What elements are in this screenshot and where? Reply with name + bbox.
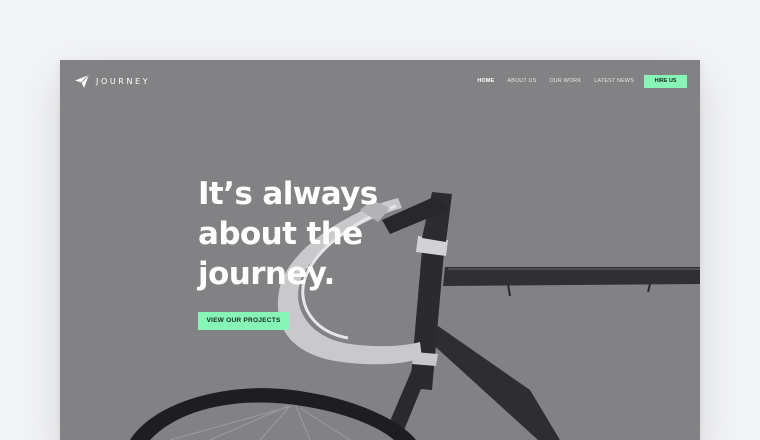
nav-item-our-work[interactable]: OUR WORK: [549, 78, 581, 84]
website-preview: JOURNEY HOME ABOUT US OUR WORK LATEST NE…: [60, 60, 700, 440]
nav-item-about-us[interactable]: ABOUT US: [507, 78, 536, 84]
brand-logo[interactable]: JOURNEY: [75, 75, 150, 88]
top-navigation: JOURNEY HOME ABOUT US OUR WORK LATEST NE…: [60, 60, 700, 104]
hero-title: It’s always about the journey.: [198, 176, 378, 292]
nav-item-latest-news[interactable]: LATEST NEWS: [594, 78, 634, 84]
paper-plane-icon: [75, 75, 89, 88]
view-projects-button[interactable]: VIEW OUR PROJECTS: [198, 312, 289, 330]
main-menu: HOME ABOUT US OUR WORK LATEST NEWS: [477, 78, 634, 84]
hire-us-button[interactable]: HIRE US: [644, 75, 687, 88]
brand-name: JOURNEY: [96, 77, 151, 86]
nav-item-home[interactable]: HOME: [477, 78, 494, 84]
